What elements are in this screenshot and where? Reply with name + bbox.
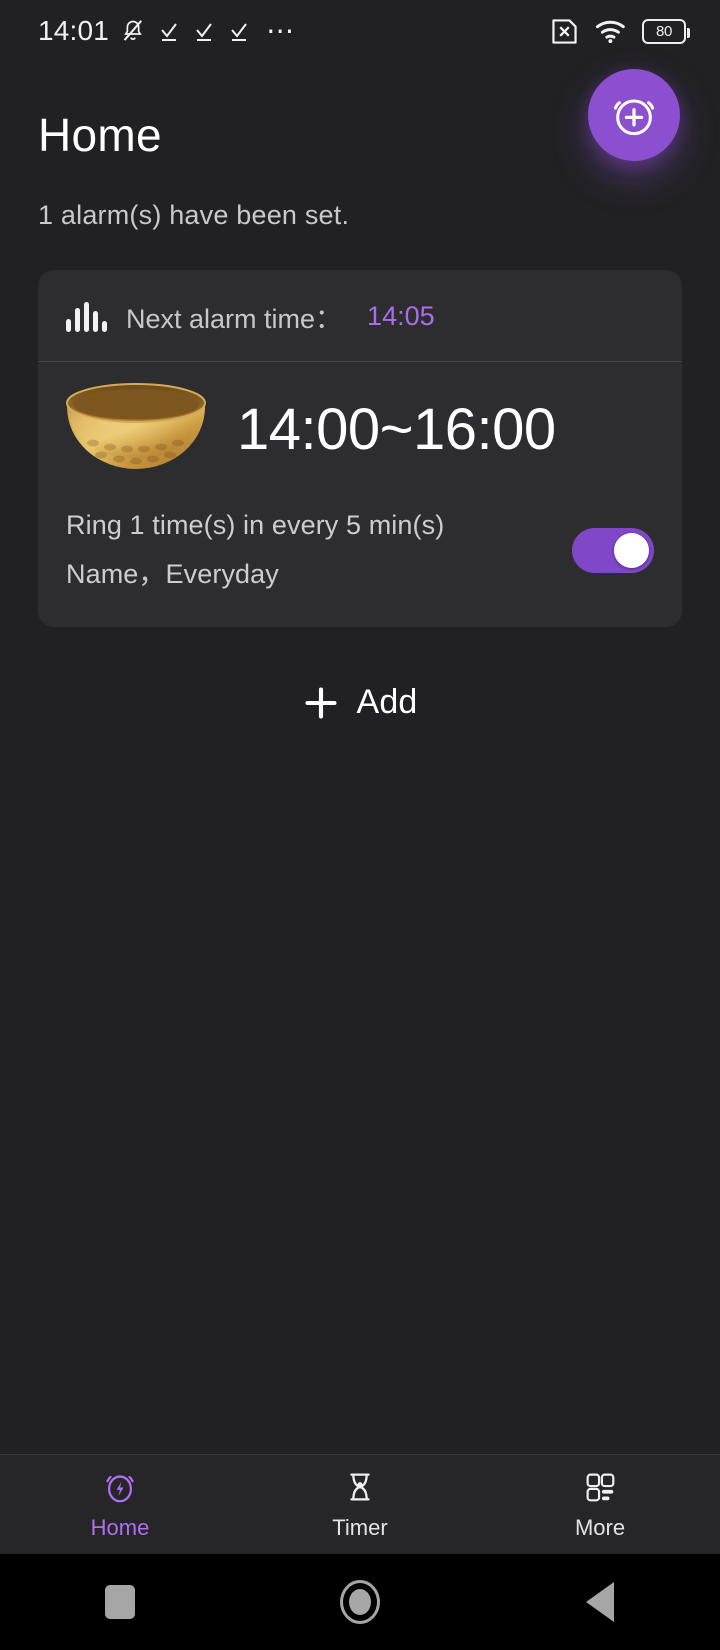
page-title: Home [38, 109, 162, 161]
add-alarm-button[interactable]: Add [0, 683, 720, 722]
nav-label-more: More [574, 1515, 626, 1540]
nav-label-timer: Timer [332, 1515, 388, 1540]
nav-item-more[interactable]: More [480, 1468, 720, 1541]
nav-item-home[interactable]: Home [0, 1468, 240, 1541]
alarm-enable-toggle[interactable] [572, 528, 654, 573]
phone-screen: 14:01 ⋯ 80 Home 1 alarm(s) have been set… [0, 0, 720, 1650]
alarm-ring-info: Ring 1 time(s) in every 5 min(s) [66, 510, 445, 540]
status-bar-left: 14:01 ⋯ [38, 15, 296, 47]
check-icon [231, 23, 247, 41]
alarm-card-main: 14:00~16:00 [38, 362, 682, 480]
recents-square-icon [105, 1585, 135, 1619]
home-button[interactable] [240, 1580, 480, 1624]
battery-icon: 80 [642, 18, 690, 44]
nav-label-home: Home [90, 1515, 150, 1540]
back-button[interactable] [480, 1582, 720, 1622]
toggle-knob [614, 533, 649, 568]
grid-apps-icon [586, 1473, 615, 1502]
alarm-card[interactable]: Next alarm time： 14:05 14:00~16:00 Ring … [38, 270, 682, 627]
sound-wave-icon [66, 301, 107, 332]
overflow-dots-icon: ⋯ [266, 15, 297, 46]
alarm-time-range: 14:00~16:00 [237, 396, 556, 462]
page-header: Home [0, 62, 720, 162]
status-bar-right: 80 [549, 17, 690, 45]
hourglass-icon [350, 1473, 370, 1501]
wifi-icon [595, 20, 625, 44]
status-clock: 14:01 [38, 15, 110, 46]
alarm-detail-lines: Ring 1 time(s) in every 5 min(s) Name，Ev… [66, 510, 444, 591]
add-button-label: Add [356, 683, 418, 721]
alarm-bolt-icon [106, 1475, 134, 1503]
nav-item-timer[interactable]: Timer [240, 1468, 480, 1541]
battery-level: 80 [655, 22, 673, 40]
recents-button[interactable] [0, 1585, 240, 1619]
plus-icon [305, 686, 337, 719]
alarm-card-bottom: Ring 1 time(s) in every 5 min(s) Name，Ev… [38, 480, 682, 627]
back-triangle-icon [586, 1582, 614, 1622]
next-alarm-time: 14:05 [367, 301, 435, 331]
alarm-add-icon [613, 99, 655, 136]
next-alarm-label: Next alarm time： [126, 304, 343, 334]
bottom-navigation: Home Timer More [0, 1454, 720, 1554]
sim-missing-icon [552, 18, 577, 44]
alarm-name-repeat: Name，Everyday [66, 559, 279, 589]
alarm-count-subtitle: 1 alarm(s) have been set. [38, 200, 350, 230]
add-alarm-fab[interactable] [588, 69, 680, 161]
status-bar: 14:01 ⋯ 80 [0, 0, 720, 62]
alarm-card-header: Next alarm time： 14:05 [38, 270, 682, 362]
check-icon [161, 23, 177, 41]
singing-bowl-image [66, 383, 206, 469]
home-circle-icon [340, 1580, 380, 1624]
bell-muted-icon [123, 20, 143, 41]
android-system-nav [0, 1554, 720, 1650]
check-icon [196, 23, 212, 41]
